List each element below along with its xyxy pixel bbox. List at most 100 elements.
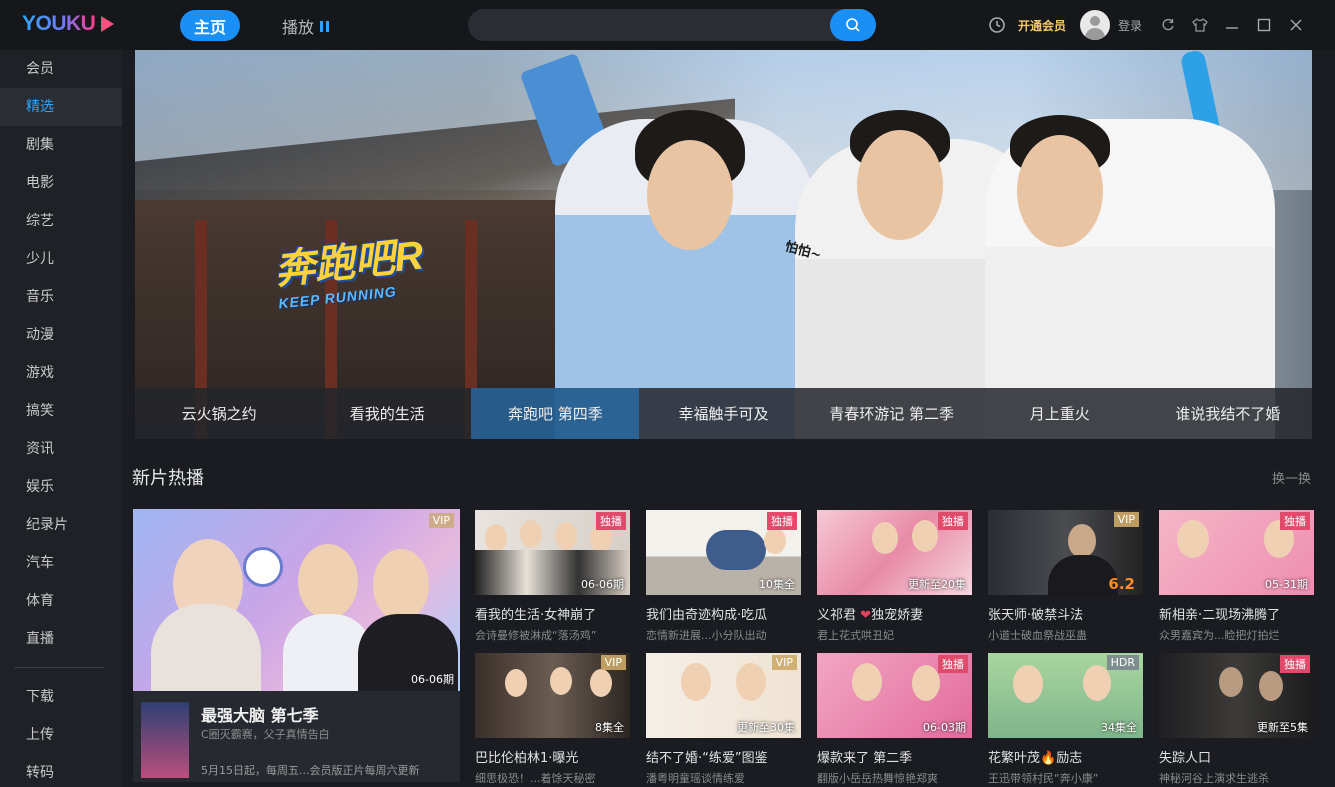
video-card[interactable]: 独播 更新至5集 失踪人口 神秘河谷上演求生逃杀 (1159, 653, 1314, 786)
sidebar-item-comedy[interactable]: 搞笑 (0, 392, 122, 430)
video-title[interactable]: 爆款来了 第二季 (817, 747, 972, 766)
video-subtitle: 翻版小岳岳热舞惊艳郑爽 (817, 772, 938, 785)
feature-card[interactable]: VIP 06-06期 最强大脑 第七季 C圈灭霸赛，父子真情告白 5月15日起，… (133, 509, 460, 782)
video-card[interactable]: VIP 8集全 巴比伦柏林1·曝光 细思极恐！...着馀天秘密 (475, 653, 630, 786)
sidebar-item-movies[interactable]: 电影 (0, 164, 122, 202)
shuffle-link[interactable]: 换一换 (1272, 468, 1311, 487)
banner-tab[interactable]: 青春环游记 第二季 (808, 388, 976, 439)
thumb-face (764, 528, 786, 554)
video-thumbnail[interactable]: 独播 10集全 (646, 510, 801, 595)
minimize-icon[interactable] (1222, 14, 1242, 36)
youku-logo[interactable]: YOUKU (22, 12, 115, 36)
video-thumbnail[interactable]: VIP 8集全 (475, 653, 630, 738)
video-card[interactable]: 独播 05-31期 新相亲·二现场沸腾了 众男嘉宾为...睑把灯拍烂 (1159, 510, 1314, 643)
video-card[interactable]: VIP 更新至30集 结不了婚·“练爱”图鉴 潘粤明童瑶谈情练爱 (646, 653, 801, 786)
thumb-figure (706, 530, 766, 570)
feature-title[interactable]: 最强大脑 第七季 (201, 702, 319, 726)
video-title[interactable]: 失踪人口 (1159, 747, 1314, 766)
feature-poster[interactable] (141, 702, 189, 778)
search-input[interactable] (482, 9, 822, 41)
feature-face (373, 549, 429, 621)
hero-banner[interactable]: 奔跑吧R KEEP RUNNING 怕怕~ 云火锅之约 看我的生活 奔跑吧 第四… (135, 50, 1312, 439)
exclusive-badge: 独播 (767, 512, 797, 530)
video-title[interactable]: 张天师·破禁斗法 (988, 604, 1143, 623)
thumb-face (1177, 520, 1209, 558)
sidebar-item-transcode[interactable]: 转码 (0, 754, 122, 787)
video-title[interactable]: 看我的生活·女神崩了 (475, 604, 630, 623)
sidebar-item-anime[interactable]: 动漫 (0, 316, 122, 354)
thumb-face (590, 669, 612, 697)
sidebar-item-entertainment[interactable]: 娱乐 (0, 468, 122, 506)
history-icon[interactable] (986, 14, 1008, 36)
close-icon[interactable] (1286, 14, 1306, 36)
sidebar-item-games[interactable]: 游戏 (0, 354, 122, 392)
nav-play-tab[interactable]: 播放 (282, 14, 330, 38)
video-card[interactable]: VIP 6.2 张天师·破禁斗法 小道士破血祭战巫蛊 (988, 510, 1143, 643)
video-thumbnail[interactable]: 独播 06-06期 (475, 510, 630, 595)
video-thumbnail[interactable]: 独播 更新至20集 (817, 510, 972, 595)
sidebar-item-auto[interactable]: 汽车 (0, 544, 122, 582)
video-thumbnail[interactable]: 独播 更新至5集 (1159, 653, 1314, 738)
feature-subtitle: C圈灭霸赛，父子真情告白 (201, 728, 330, 741)
banner-tab[interactable]: 谁说我结不了婚 (1144, 388, 1312, 439)
sidebar-item-download[interactable]: 下载 (0, 678, 122, 716)
sidebar-item-kids[interactable]: 少儿 (0, 240, 122, 278)
exclusive-badge: 独播 (1280, 512, 1310, 530)
banner-tab-active[interactable]: 奔跑吧 第四季 (471, 388, 640, 439)
banner-tab[interactable]: 看我的生活 (303, 388, 471, 439)
refresh-icon[interactable] (1158, 14, 1178, 36)
video-title[interactable]: 巴比伦柏林1·曝光 (475, 747, 630, 766)
sidebar-item-documentary[interactable]: 纪录片 (0, 506, 122, 544)
video-title[interactable]: 结不了婚·“练爱”图鉴 (646, 747, 801, 766)
sidebar-item-upload[interactable]: 上传 (0, 716, 122, 754)
video-subtitle: 会诗曼修被淋成“落汤鸡” (475, 629, 597, 642)
thumb-face (912, 665, 940, 701)
sidebar-item-live[interactable]: 直播 (0, 620, 122, 658)
search-button[interactable] (830, 9, 876, 41)
video-thumbnail[interactable]: VIP 更新至30集 (646, 653, 801, 738)
sidebar-item-sports[interactable]: 体育 (0, 582, 122, 620)
sidebar-item-vip[interactable]: 会员 (0, 50, 122, 88)
video-title[interactable]: 义祁君 ❤独宠娇妻 (817, 604, 972, 623)
sidebar: 会员 精选 剧集 电影 综艺 少儿 音乐 动漫 游戏 搞笑 资讯 娱乐 纪录片 … (0, 50, 122, 787)
nav-home-tab[interactable]: 主页 (180, 10, 240, 41)
sidebar-item-news[interactable]: 资讯 (0, 430, 122, 468)
sidebar-item-variety[interactable]: 综艺 (0, 202, 122, 240)
top-bar: YOUKU 主页 播放 开通会员 登录 (0, 0, 1335, 50)
banner-tab[interactable]: 幸福触手可及 (639, 388, 807, 439)
skin-icon[interactable] (1190, 14, 1210, 36)
episode-count: 更新至5集 (1257, 721, 1308, 734)
video-title-suffix: 独宠娇妻 (871, 608, 924, 623)
login-link[interactable]: 登录 (1118, 17, 1142, 34)
vip-badge: VIP (1113, 512, 1139, 527)
video-card[interactable]: 独播 10集全 我们由奇迹构成·吃瓜 恋情新进展...小分队出动 (646, 510, 801, 643)
episode-count: 10集全 (759, 578, 795, 591)
window-controls (1158, 14, 1306, 36)
video-card[interactable]: 独播 更新至20集 义祁君 ❤独宠娇妻 君上花式哄丑妃 (817, 510, 972, 643)
video-title[interactable]: 我们由奇迹构成·吃瓜 (646, 604, 801, 623)
banner-tab[interactable]: 月上重火 (976, 388, 1144, 439)
video-card[interactable]: HDR 34集全 花繁叶茂🔥励志 王迅带领村民“奔小康” (988, 653, 1143, 786)
video-title[interactable]: 花繁叶茂🔥励志 (988, 747, 1143, 766)
section-title: 新片热播 (132, 468, 204, 489)
sidebar-item-featured[interactable]: 精选 (0, 88, 122, 126)
banner-tab[interactable]: 云火锅之约 (135, 388, 303, 439)
video-thumbnail[interactable]: 独播 06-03期 (817, 653, 972, 738)
video-card[interactable]: 独播 06-06期 看我的生活·女神崩了 会诗曼修被淋成“落汤鸡” (475, 510, 630, 643)
feature-thumbnail[interactable]: VIP 06-06期 (133, 509, 460, 691)
video-thumbnail[interactable]: HDR 34集全 (988, 653, 1143, 738)
video-title[interactable]: 新相亲·二现场沸腾了 (1159, 604, 1314, 623)
video-thumbnail[interactable]: VIP 6.2 (988, 510, 1143, 595)
thumb-face (1013, 665, 1043, 703)
sidebar-item-series[interactable]: 剧集 (0, 126, 122, 164)
feature-face (298, 544, 358, 619)
exclusive-badge: 独播 (938, 655, 968, 673)
sidebar-item-music[interactable]: 音乐 (0, 278, 122, 316)
video-card[interactable]: 独播 06-03期 爆款来了 第二季 翻版小岳岳热舞惊艳郑爽 (817, 653, 972, 786)
video-thumbnail[interactable]: 独播 05-31期 (1159, 510, 1314, 595)
avatar[interactable] (1080, 10, 1111, 40)
maximize-icon[interactable] (1254, 14, 1274, 36)
episode-count: 更新至30集 (737, 721, 795, 734)
thumb-face (852, 663, 882, 701)
open-vip-link[interactable]: 开通会员 (1018, 17, 1066, 34)
